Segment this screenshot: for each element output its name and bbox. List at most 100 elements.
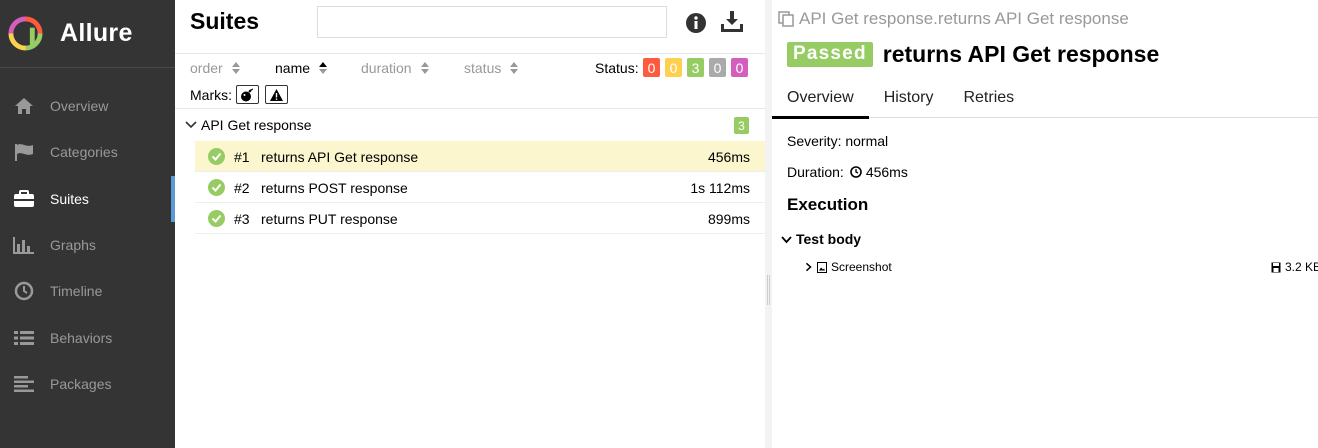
status-skipped-toggle[interactable]: 0 xyxy=(709,58,726,77)
info-icon xyxy=(686,13,706,33)
suites-pane: Suites order name duration status Status… xyxy=(175,0,765,448)
check-circle-icon xyxy=(208,179,225,196)
tab-overview[interactable]: Overview xyxy=(772,80,869,119)
test-name: returns API Get response xyxy=(261,149,419,165)
sidebar-item-label: Categories xyxy=(50,144,118,161)
sorter-order[interactable]: order xyxy=(190,60,240,76)
sort-icon xyxy=(510,62,519,74)
sorter-label: status xyxy=(464,60,502,76)
test-row[interactable]: #3 returns PUT response 899ms xyxy=(195,203,765,234)
sidebar-item-graphs[interactable]: Graphs xyxy=(0,222,175,268)
attachment-size: 3.2 KB xyxy=(1271,260,1318,274)
sidebar-item-suites[interactable]: Suites xyxy=(0,175,175,223)
marks-row: Marks: xyxy=(175,82,765,109)
sorter-label: duration xyxy=(361,60,412,76)
clock-icon xyxy=(12,280,36,302)
app-name: Allure xyxy=(60,19,133,47)
severity-label: Severity: normal xyxy=(787,133,889,149)
attachment-name: Screenshot xyxy=(831,260,892,274)
sidebar-item-label: Overview xyxy=(50,98,109,115)
chevron-down-icon xyxy=(781,235,792,243)
warning-icon xyxy=(270,88,283,101)
sidebar-item-label: Packages xyxy=(50,375,112,392)
test-duration: 899ms xyxy=(707,211,750,227)
check-circle-icon xyxy=(208,210,225,227)
test-row[interactable]: #2 returns POST response 1s 112ms xyxy=(195,172,765,203)
flaky-mark-toggle[interactable] xyxy=(236,85,259,104)
sidebar-item-overview[interactable]: Overview xyxy=(0,83,175,129)
tab-retries[interactable]: Retries xyxy=(948,80,1029,118)
chevron-down-icon xyxy=(185,121,197,129)
test-body-toggle[interactable]: Test body xyxy=(781,231,861,247)
breadcrumb[interactable]: API Get response.returns API Get respons… xyxy=(777,9,1129,29)
breadcrumb-text: API Get response.returns API Get respons… xyxy=(799,9,1129,28)
copy-icon xyxy=(778,11,794,27)
test-title-row: Passed returns API Get response xyxy=(787,41,1159,68)
align-left-icon xyxy=(12,373,36,395)
sorter-label: name xyxy=(275,60,311,76)
sidebar-item-behaviors[interactable]: Behaviors xyxy=(0,314,175,360)
marks-label: Marks: xyxy=(190,87,232,103)
sidebar-item-label: Timeline xyxy=(50,283,103,300)
test-row[interactable]: #1 returns API Get response 456ms xyxy=(195,141,765,172)
info-button[interactable] xyxy=(685,12,707,34)
chevron-right-icon xyxy=(805,262,812,272)
sidebar-nav: Overview Categories Suites Graphs Timeli… xyxy=(0,83,175,407)
sidebar-item-label: Suites xyxy=(50,190,89,207)
sidebar: Allure Overview Categories Suites Graphs xyxy=(0,0,175,448)
download-button[interactable] xyxy=(720,10,744,34)
test-number: #1 xyxy=(234,149,250,165)
sidebar-item-categories[interactable]: Categories xyxy=(0,129,175,175)
duration-value: 456ms xyxy=(865,164,908,180)
test-name: returns POST response xyxy=(261,180,408,196)
download-icon xyxy=(721,11,743,32)
search-input[interactable] xyxy=(317,6,667,38)
duration-row: Duration: 456ms xyxy=(787,164,908,180)
sort-icon xyxy=(420,62,429,74)
status-filter-label: Status: xyxy=(595,60,639,76)
attachment-row[interactable]: Screenshot 3.2 KB xyxy=(804,260,1318,274)
detail-tabs: Overview History Retries xyxy=(772,80,1318,119)
brand[interactable]: Allure xyxy=(0,0,175,68)
pane-splitter[interactable] xyxy=(765,0,772,448)
sorter-duration[interactable]: duration xyxy=(361,60,429,76)
bar-chart-icon xyxy=(12,234,36,256)
sidebar-item-timeline[interactable]: Timeline xyxy=(0,268,175,314)
briefcase-icon xyxy=(12,188,36,210)
attachment-size-value: 3.2 KB xyxy=(1285,260,1318,274)
sorter-row: order name duration status Status: 0 0 3… xyxy=(175,54,765,82)
duration-label: Duration: xyxy=(787,164,844,180)
sorter-status[interactable]: status xyxy=(464,60,519,76)
sort-icon xyxy=(319,62,328,74)
suites-header: Suites xyxy=(175,0,765,54)
test-number: #2 xyxy=(234,180,250,196)
sidebar-item-label: Behaviors xyxy=(50,329,113,346)
suite-group-row[interactable]: API Get response 3 xyxy=(175,109,765,141)
clock-icon xyxy=(850,166,862,178)
execution-heading: Execution xyxy=(787,195,869,214)
test-number: #3 xyxy=(234,211,250,227)
status-badge: Passed xyxy=(787,42,873,67)
image-file-icon xyxy=(817,261,827,273)
test-detail-pane: API Get response.returns API Get respons… xyxy=(772,0,1318,448)
sidebar-item-packages[interactable]: Packages xyxy=(0,361,175,407)
sorter-name[interactable]: name xyxy=(275,60,328,76)
new-failed-mark-toggle[interactable] xyxy=(265,85,288,104)
status-filter: 0 0 3 0 0 xyxy=(643,58,753,77)
list-icon xyxy=(12,327,36,349)
drag-handle-icon xyxy=(767,275,770,305)
status-broken-toggle[interactable]: 0 xyxy=(665,58,682,77)
tab-history[interactable]: History xyxy=(869,80,949,118)
suite-group-count-badge: 3 xyxy=(734,117,749,134)
check-circle-icon xyxy=(208,148,225,165)
status-unknown-toggle[interactable]: 0 xyxy=(731,58,748,77)
test-body-label: Test body xyxy=(796,231,862,247)
home-icon xyxy=(12,95,36,117)
sidebar-item-label: Graphs xyxy=(50,237,96,254)
status-passed-toggle[interactable]: 3 xyxy=(687,58,704,77)
status-failed-toggle[interactable]: 0 xyxy=(643,58,660,77)
test-duration: 1s 112ms xyxy=(690,180,750,196)
test-title: returns API Get response xyxy=(882,41,1160,67)
suite-group-name: API Get response xyxy=(201,117,312,133)
test-name: returns PUT response xyxy=(261,211,398,227)
